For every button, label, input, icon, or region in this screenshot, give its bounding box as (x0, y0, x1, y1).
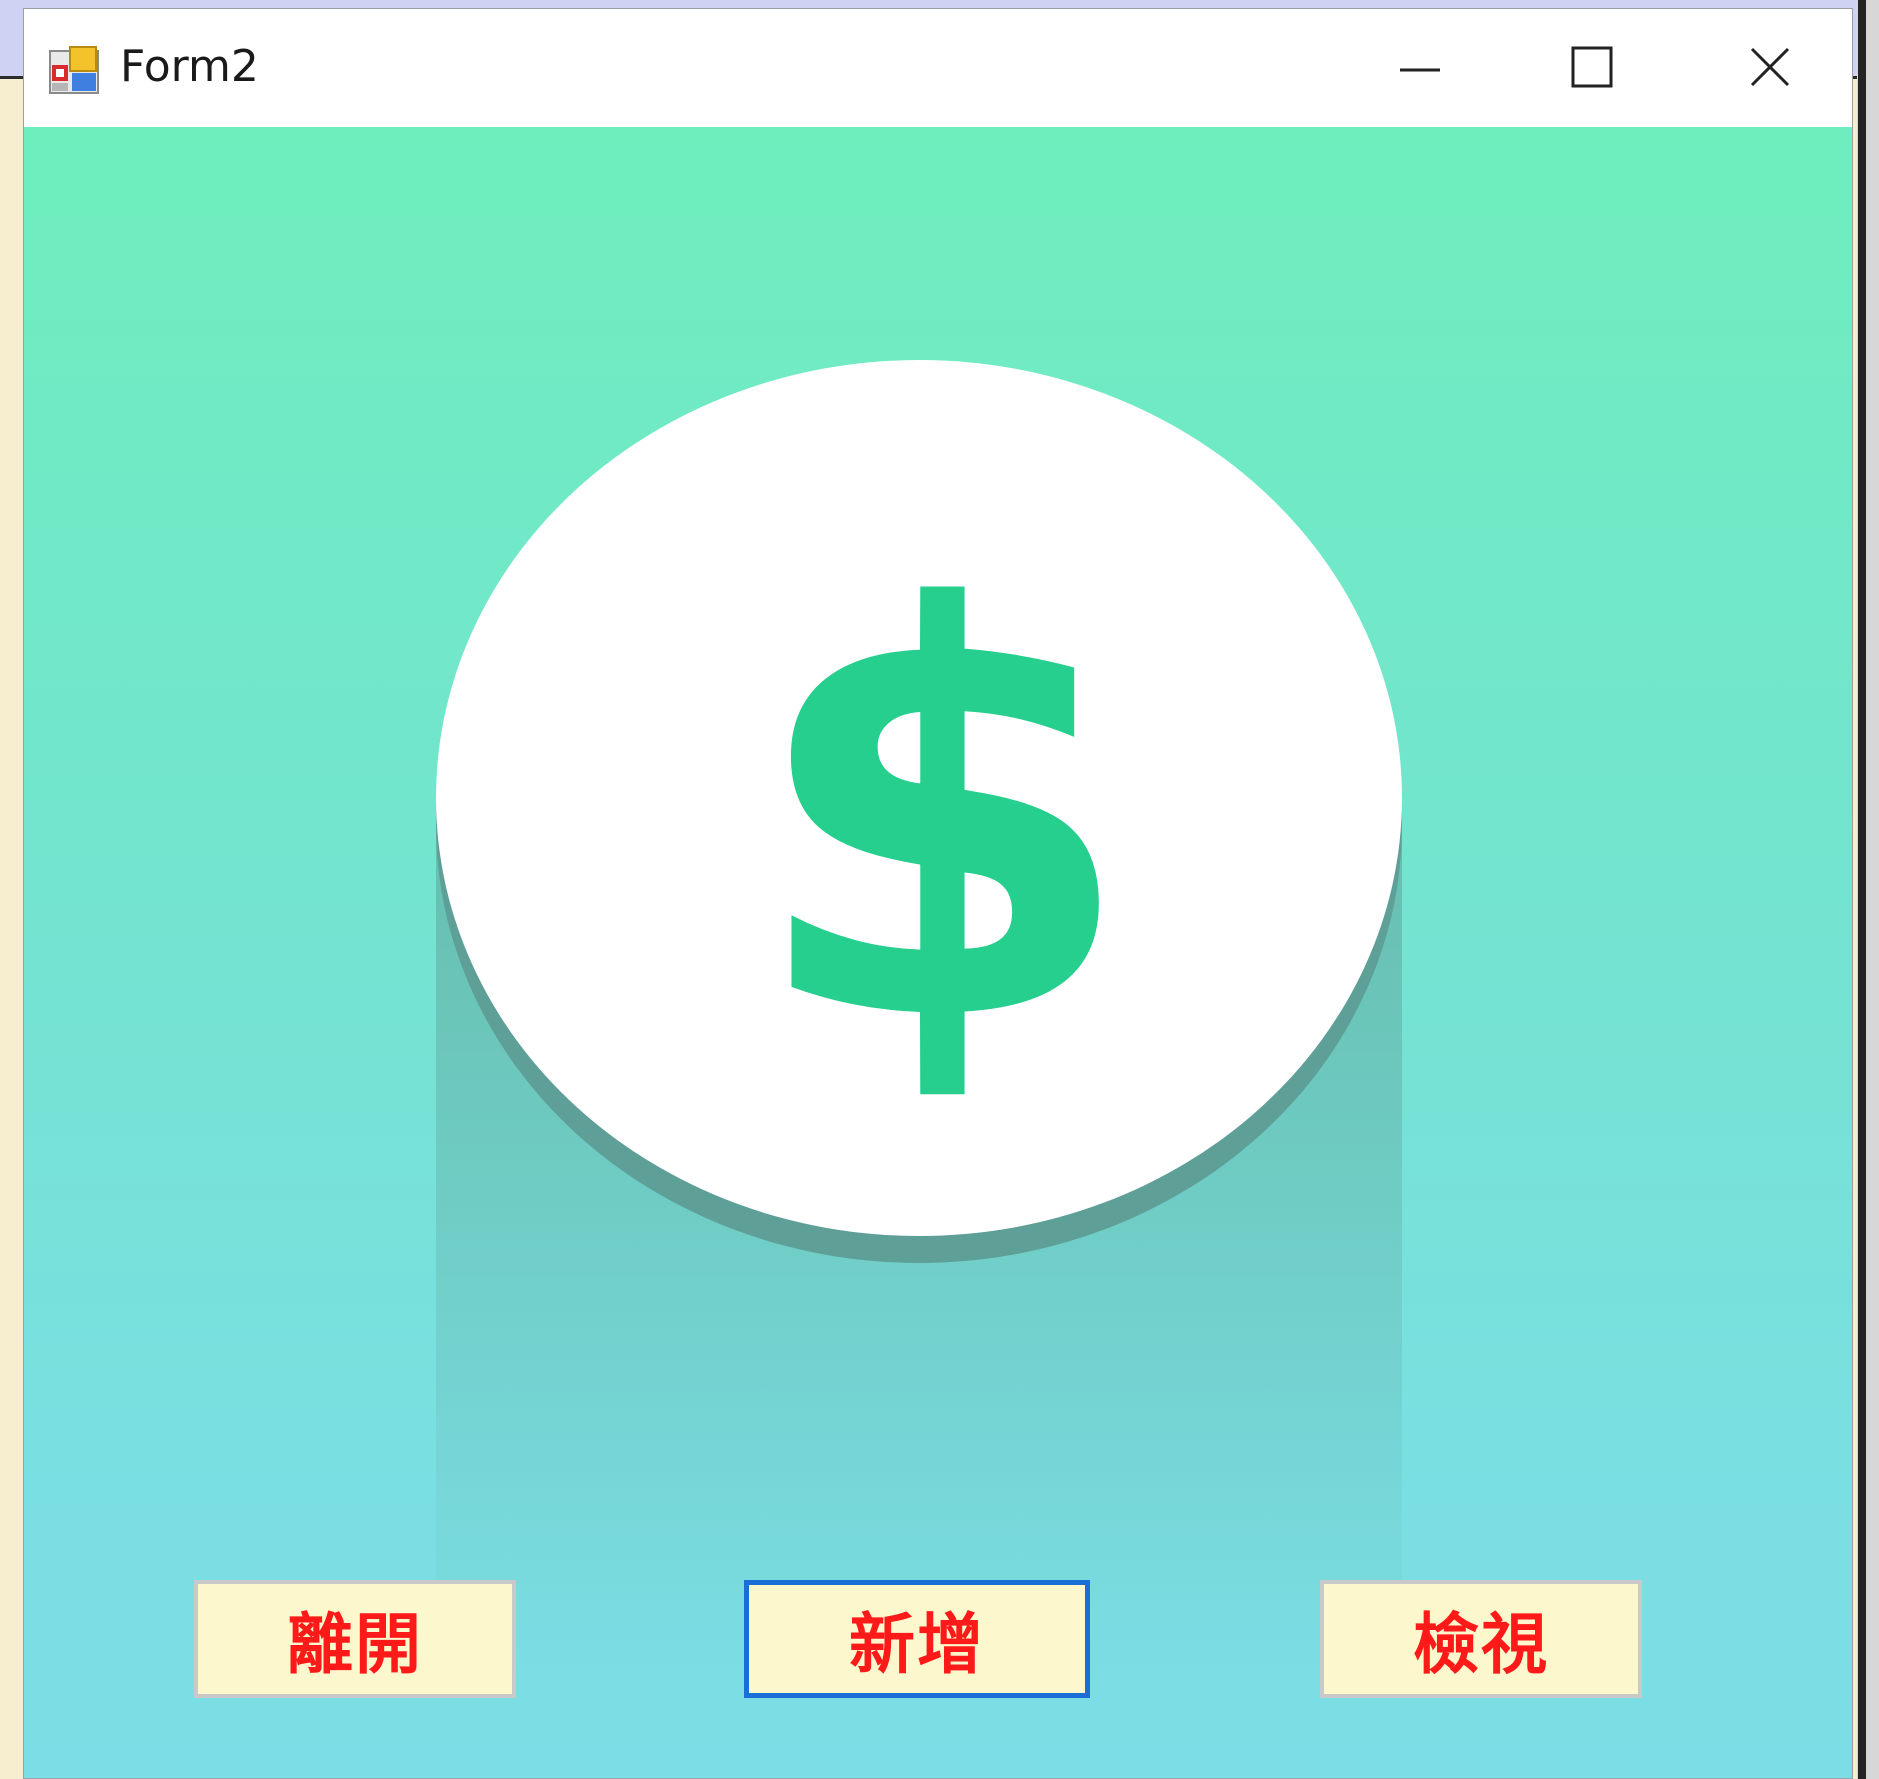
desktop: Form2 $ 離開 新增 檢視 (0, 0, 1879, 1779)
dollar-symbol: $ (747, 493, 1137, 1145)
exit-button[interactable]: 離開 (194, 1580, 516, 1698)
maximize-button[interactable] (1532, 29, 1652, 109)
dollar-coin-icon: $ (436, 360, 1402, 1679)
title-bar[interactable]: Form2 (24, 9, 1852, 127)
form-client-area: $ 離開 新增 檢視 (24, 127, 1852, 1778)
exit-button-label: 離開 (287, 1606, 423, 1683)
close-icon (1748, 45, 1792, 93)
close-button[interactable] (1710, 29, 1830, 109)
minimize-icon (1398, 60, 1442, 79)
view-button-label: 檢視 (1413, 1606, 1549, 1683)
desktop-right-border (1858, 0, 1866, 1779)
add-button-label: 新增 (849, 1606, 985, 1683)
maximize-icon (1570, 45, 1614, 93)
view-button[interactable]: 檢視 (1320, 1580, 1642, 1698)
form2-window: Form2 $ 離開 新增 檢視 (23, 8, 1853, 1779)
window-title: Form2 (120, 41, 259, 92)
winforms-app-icon (48, 43, 102, 97)
minimize-button[interactable] (1360, 29, 1480, 109)
add-button[interactable]: 新增 (744, 1580, 1090, 1698)
